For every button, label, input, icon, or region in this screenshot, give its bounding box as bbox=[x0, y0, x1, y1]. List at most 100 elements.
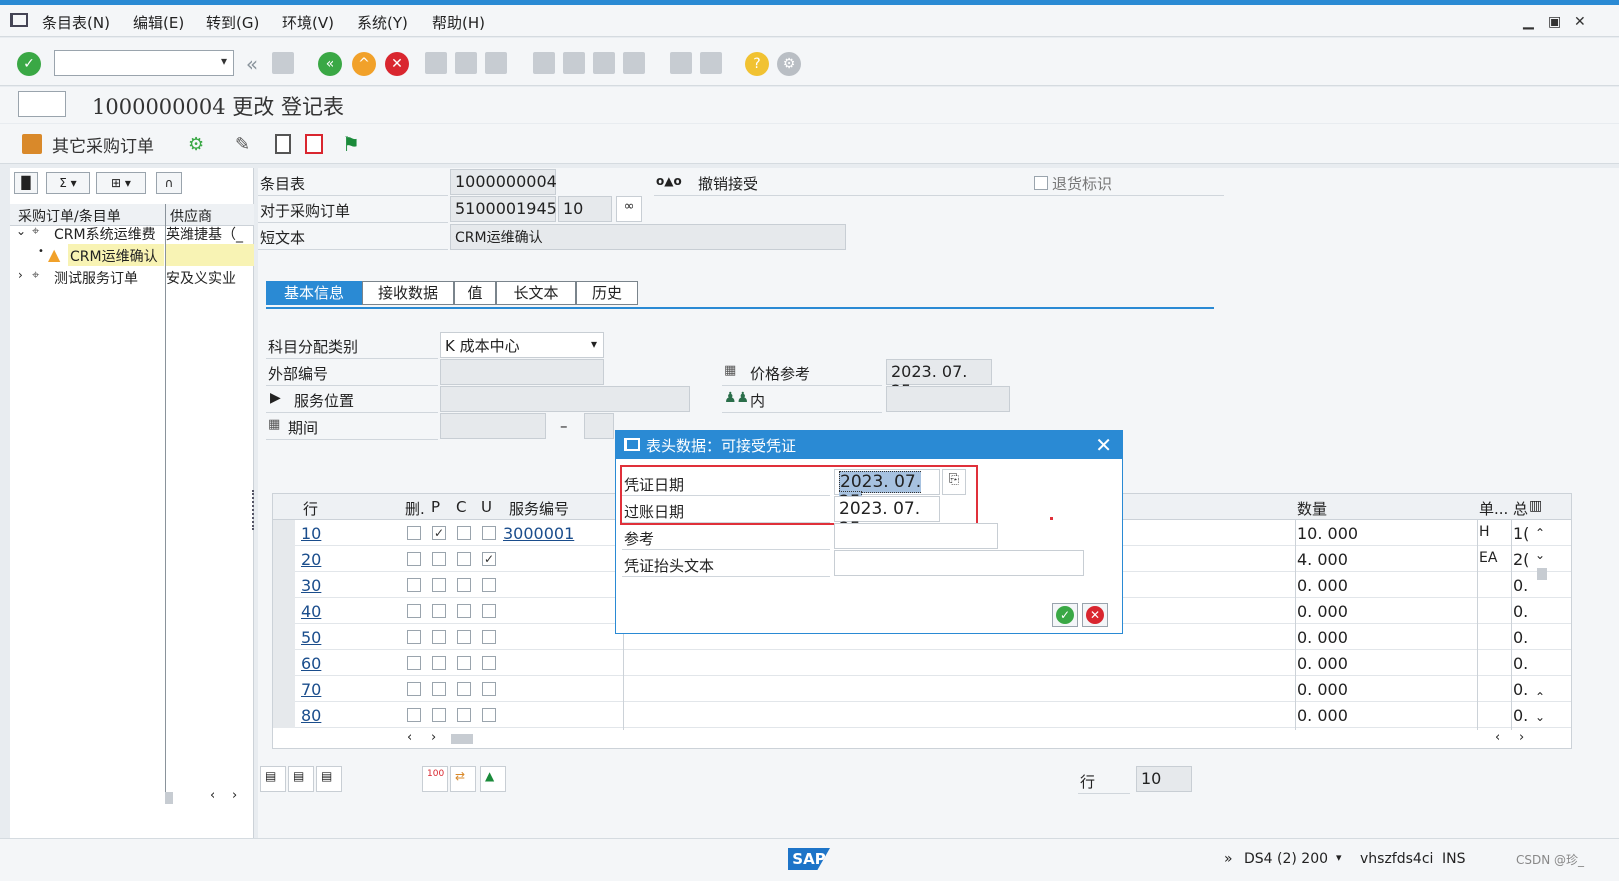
delete-checkbox[interactable] bbox=[407, 682, 421, 696]
new-document-icon[interactable] bbox=[275, 134, 291, 154]
tab-receipt-data[interactable]: 接收数据 bbox=[362, 281, 454, 305]
minimize-icon[interactable]: ▁ bbox=[1523, 14, 1534, 30]
c-checkbox[interactable] bbox=[457, 708, 471, 722]
cancel-icon[interactable]: ✕ bbox=[385, 52, 409, 76]
c-checkbox[interactable] bbox=[457, 656, 471, 670]
row-number[interactable]: 30 bbox=[301, 576, 321, 595]
c-checkbox[interactable] bbox=[457, 526, 471, 540]
menu-goto[interactable]: 转到(G) bbox=[206, 12, 259, 33]
transfer-icon[interactable]: ⇄ bbox=[450, 766, 476, 792]
print-icon[interactable] bbox=[425, 52, 447, 74]
chevron-down-icon[interactable]: ▾ bbox=[1336, 851, 1342, 864]
delete-checkbox[interactable] bbox=[407, 526, 421, 540]
delete-checkbox[interactable] bbox=[407, 656, 421, 670]
row-selector[interactable] bbox=[273, 702, 295, 728]
close-icon[interactable]: ✕ bbox=[1095, 433, 1112, 457]
c-checkbox[interactable] bbox=[457, 682, 471, 696]
ext-no-field[interactable] bbox=[440, 359, 604, 385]
find-icon[interactable] bbox=[455, 52, 477, 74]
cancel-button[interactable]: ✕ bbox=[1082, 603, 1108, 627]
c-checkbox[interactable] bbox=[457, 578, 471, 592]
table-row[interactable]: 80 0. 000 0. bbox=[273, 702, 1571, 728]
internal-field[interactable] bbox=[886, 386, 1010, 412]
layout-button[interactable]: ⊞ ▾ bbox=[96, 172, 146, 194]
command-field[interactable]: ▾ bbox=[54, 50, 234, 76]
calculator-icon[interactable]: 100 bbox=[422, 766, 448, 792]
save-icon[interactable] bbox=[272, 52, 294, 74]
tree-scroll-thumb[interactable] bbox=[165, 792, 173, 804]
service-number[interactable]: 3000001 bbox=[503, 524, 574, 543]
p-checkbox[interactable] bbox=[432, 552, 446, 566]
horizontal-scroll-thumb[interactable] bbox=[451, 734, 473, 744]
select-all-icon[interactable]: ▤ bbox=[260, 766, 286, 792]
doc-date-field[interactable]: 2023. 07. 25 bbox=[834, 469, 940, 513]
row-selector[interactable] bbox=[273, 650, 295, 676]
tree-item-test-service[interactable]: › ⌖ 测试服务订单 安及义实业 bbox=[10, 266, 254, 288]
revoke-accept-button[interactable]: 撤销接受 bbox=[698, 173, 758, 194]
u-checkbox[interactable] bbox=[482, 578, 496, 592]
first-page-icon[interactable] bbox=[533, 52, 555, 74]
close-window-icon[interactable]: ✕ bbox=[1574, 14, 1586, 30]
chevron-down-icon[interactable]: ⌄ bbox=[16, 224, 26, 238]
svc-loc-field[interactable] bbox=[440, 386, 690, 412]
chevron-right-icon[interactable]: › bbox=[18, 268, 23, 282]
p-checkbox[interactable] bbox=[432, 708, 446, 722]
collapse-icon[interactable]: « bbox=[240, 52, 264, 76]
delete-checkbox[interactable] bbox=[407, 604, 421, 618]
header-text-field[interactable] bbox=[834, 550, 1084, 576]
back-icon[interactable]: « bbox=[318, 52, 342, 76]
row-number[interactable]: 20 bbox=[301, 550, 321, 569]
entry-sheet-field[interactable]: 1000000004 bbox=[450, 169, 557, 195]
row-selector[interactable] bbox=[273, 624, 295, 650]
services-icon[interactable]: ✎ bbox=[235, 134, 250, 155]
row-selector[interactable] bbox=[273, 546, 295, 572]
price-ref-field[interactable]: 2023. 07. 25 bbox=[886, 359, 992, 400]
maximize-icon[interactable]: ▣ bbox=[1548, 14, 1561, 30]
settings-icon[interactable]: ⚙ bbox=[777, 52, 801, 76]
select-block-icon[interactable]: ▤ bbox=[288, 766, 314, 792]
p-checkbox[interactable] bbox=[432, 604, 446, 618]
scroll-down-icon[interactable]: ⌄ bbox=[1535, 548, 1545, 562]
tab-long-text[interactable]: 长文本 bbox=[496, 281, 576, 305]
c-checkbox[interactable] bbox=[457, 552, 471, 566]
tab-history[interactable]: 历史 bbox=[576, 281, 638, 305]
u-checkbox[interactable] bbox=[482, 682, 496, 696]
tree-item-crm-fee[interactable]: ⌄ ⌖ CRM系统运维费 英潍捷基（_ bbox=[10, 222, 254, 244]
delete-checkbox[interactable] bbox=[407, 578, 421, 592]
period-from-field[interactable] bbox=[440, 413, 546, 439]
scroll-down-icon[interactable]: ⌄ bbox=[1535, 710, 1545, 724]
status-expand-icon[interactable]: » bbox=[1224, 851, 1233, 867]
glasses-icon[interactable]: ∞ bbox=[616, 196, 642, 222]
previous-page-icon[interactable] bbox=[563, 52, 585, 74]
row-selector[interactable] bbox=[273, 598, 295, 624]
find-tree-button[interactable]: ▐▌ bbox=[14, 172, 38, 194]
vertical-scroll-thumb[interactable] bbox=[1537, 568, 1547, 580]
u-checkbox[interactable] bbox=[482, 656, 496, 670]
exit-icon[interactable]: ^ bbox=[352, 52, 376, 76]
tree-scroll-right-icon[interactable]: › bbox=[232, 788, 237, 803]
return-indicator-checkbox[interactable] bbox=[1034, 176, 1048, 190]
check-icon[interactable]: ✓ bbox=[17, 52, 41, 76]
new-session-icon[interactable] bbox=[670, 52, 692, 74]
app-menu-icon[interactable] bbox=[10, 13, 28, 27]
row-number[interactable]: 60 bbox=[301, 654, 321, 673]
row-number[interactable]: 40 bbox=[301, 602, 321, 621]
short-text-field[interactable]: CRM运维确认 bbox=[450, 224, 846, 250]
p-checkbox[interactable] bbox=[432, 578, 446, 592]
table-row[interactable]: 60 0. 000 0. bbox=[273, 650, 1571, 676]
delete-checkbox[interactable] bbox=[407, 552, 421, 566]
tab-basic-info[interactable]: 基本信息 bbox=[266, 281, 362, 305]
toggle-navigation-button[interactable] bbox=[18, 91, 66, 117]
delete-checkbox[interactable] bbox=[407, 708, 421, 722]
tree-item-crm-confirm[interactable]: • ▲ CRM运维确认 bbox=[10, 244, 254, 266]
shortcut-icon[interactable] bbox=[700, 52, 722, 74]
flag-icon[interactable]: ⚑ bbox=[342, 132, 360, 156]
u-checkbox[interactable] bbox=[482, 604, 496, 618]
c-checkbox[interactable] bbox=[457, 604, 471, 618]
other-po-icon[interactable] bbox=[22, 134, 42, 154]
u-checkbox[interactable]: ✓ bbox=[482, 552, 496, 566]
p-checkbox[interactable] bbox=[432, 656, 446, 670]
po-number-field[interactable]: 5100001945 bbox=[450, 196, 557, 222]
next-page-icon[interactable] bbox=[593, 52, 615, 74]
date-picker-icon[interactable]: ⎘ bbox=[942, 469, 966, 495]
